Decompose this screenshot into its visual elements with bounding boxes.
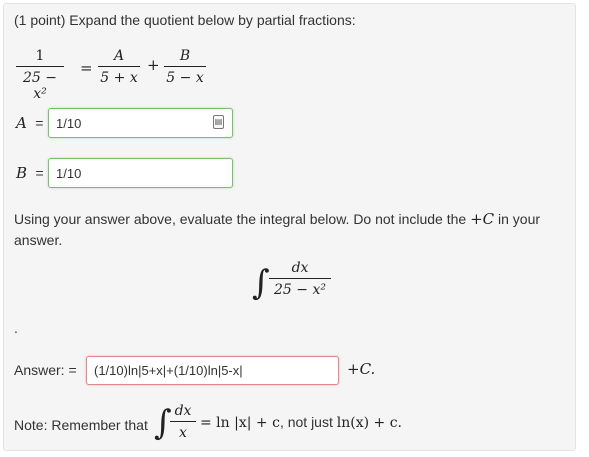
instructions-pre: Using your answer above, evaluate the in… (14, 211, 471, 227)
note-end: . (397, 415, 402, 431)
lhs-denominator: 25 − x² (23, 70, 57, 102)
field-b-eq: = (35, 165, 44, 181)
field-a-input[interactable]: 1/10 ▤ (48, 108, 233, 138)
field-b-value: 1/10 (56, 165, 82, 181)
term1-numerator: A (113, 48, 125, 64)
note-denominator: x (179, 425, 187, 441)
term2-denominator: 5 − x (166, 70, 204, 86)
note-wrong: ln(x) + c (336, 415, 398, 431)
plus-sign: + (147, 56, 160, 74)
integral-denominator: 25 − x² (274, 282, 326, 298)
lhs-fraction: 1 25 − x² (16, 48, 64, 102)
problem-prompt: (1 point) Expand the quotient below by p… (14, 12, 356, 28)
instructions-line2: answer. (14, 232, 63, 248)
lhs-numerator: 1 (35, 48, 45, 64)
answer-input[interactable]: (1/10)ln|5+x|+(1/10)ln|5-x| (86, 356, 339, 385)
instructions-plus-c: +C (470, 210, 495, 228)
note-fraction: dx x (170, 403, 196, 441)
answer-suffix: +C. (347, 360, 376, 378)
note-numerator: dx (174, 403, 192, 419)
note-prefix: Note: Remember that (14, 417, 148, 433)
field-a-value: 1/10 (56, 115, 82, 131)
field-b-input[interactable]: 1/10 (48, 158, 233, 188)
field-a-label: A = (16, 114, 43, 133)
note-tail: = ln |x| + c, not just ln(x) + c. (200, 414, 402, 431)
integral-numerator: dx (291, 260, 309, 276)
note-mid: , not just (279, 414, 337, 430)
instructions-line1: Using your answer above, evaluate the in… (14, 210, 540, 228)
trailing-dot: . (14, 320, 18, 336)
integral-sign: ∫ (252, 263, 270, 303)
field-b-label: B = (16, 164, 44, 183)
calculator-icon[interactable]: ▤ (213, 115, 224, 129)
problem-panel: (1 point) Expand the quotient below by p… (3, 3, 576, 451)
answer-label: Answer: = (14, 362, 77, 378)
term2-numerator: B (179, 48, 191, 64)
field-a-eq: = (35, 115, 44, 131)
field-b-var: B (16, 164, 28, 182)
integral-fraction: dx 25 − x² (269, 260, 331, 298)
field-a-var: A (16, 114, 27, 132)
term2-fraction: B 5 − x (164, 48, 206, 86)
answer-value: (1/10)ln|5+x|+(1/10)ln|5-x| (94, 363, 243, 378)
instructions-post: in your (494, 211, 541, 227)
term1-denominator: 5 + x (100, 70, 138, 86)
note-eq: = ln |x| + c (200, 415, 280, 431)
equals-sign: = (80, 59, 93, 77)
term1-fraction: A 5 + x (98, 48, 140, 86)
